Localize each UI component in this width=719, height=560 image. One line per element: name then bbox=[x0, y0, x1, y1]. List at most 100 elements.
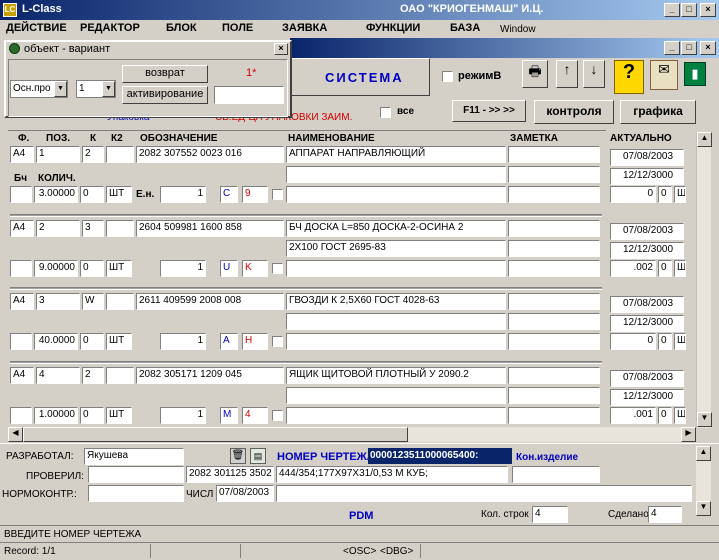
en-field[interactable]: 1 bbox=[160, 186, 206, 203]
unit-field[interactable]: ШТ bbox=[106, 186, 132, 203]
row-checkbox[interactable] bbox=[272, 263, 283, 274]
date-start-field[interactable]: 07/08/2003 bbox=[610, 223, 684, 240]
date-start-field[interactable]: 07/08/2003 bbox=[610, 296, 684, 313]
position-field[interactable]: 4 bbox=[36, 367, 80, 384]
actual-a1-field[interactable]: .002 bbox=[610, 260, 656, 277]
chevron-down-icon[interactable]: ▼ bbox=[54, 81, 67, 97]
actual-a1-field[interactable]: 0 bbox=[610, 333, 656, 350]
unit-field[interactable]: ШТ bbox=[106, 333, 132, 350]
date-end-field[interactable]: 12/12/3000 bbox=[610, 242, 684, 259]
k-field[interactable]: 3 bbox=[82, 220, 104, 237]
bch-field[interactable] bbox=[10, 333, 32, 350]
exit-door-icon[interactable]: ▮ bbox=[684, 62, 706, 86]
scroll-right-icon[interactable]: ▶ bbox=[681, 427, 696, 442]
q2-field[interactable]: 0 bbox=[80, 333, 104, 350]
en-field[interactable]: 1 bbox=[160, 407, 206, 424]
note-field[interactable] bbox=[508, 146, 600, 163]
note-field[interactable] bbox=[508, 293, 600, 310]
name-field-2[interactable] bbox=[286, 313, 506, 330]
b1-field[interactable]: U bbox=[220, 260, 238, 277]
position-field[interactable]: 2 bbox=[36, 220, 80, 237]
help-icon[interactable]: ? bbox=[614, 60, 644, 94]
actual-a3-field[interactable]: Ш bbox=[674, 333, 686, 350]
close-button[interactable]: × bbox=[700, 3, 716, 17]
rezhim-checkbox[interactable] bbox=[442, 71, 453, 82]
note-field-3[interactable] bbox=[508, 407, 600, 424]
note-field-3[interactable] bbox=[508, 186, 600, 203]
b2-field[interactable]: H bbox=[242, 333, 268, 350]
k2-field[interactable] bbox=[106, 293, 134, 310]
name-field-3[interactable] bbox=[286, 333, 506, 350]
bottom-scroll-down-icon[interactable]: ▼ bbox=[696, 501, 711, 516]
date-end-field[interactable]: 12/12/3000 bbox=[610, 168, 684, 185]
b2-field[interactable]: K bbox=[242, 260, 268, 277]
kontrol-button[interactable]: контроля bbox=[534, 100, 614, 124]
horizontal-scrollbar[interactable]: ◀ ▶ bbox=[8, 427, 696, 442]
quantity-field[interactable]: 40.0000 bbox=[34, 333, 78, 350]
grafika-button[interactable]: графика bbox=[620, 100, 696, 124]
variant-combo[interactable]: 1 ▼ bbox=[76, 80, 116, 98]
note-field[interactable] bbox=[508, 220, 600, 237]
bottom-scrollbar[interactable]: ▲ ▼ bbox=[696, 446, 711, 516]
bch-field[interactable] bbox=[10, 186, 32, 203]
name-field[interactable]: БЧ ДОСКА L=850 ДОСКА-2-ОСИНА 2 bbox=[286, 220, 506, 237]
bch-field[interactable] bbox=[10, 260, 32, 277]
format-field[interactable]: A4 bbox=[10, 293, 34, 310]
vertical-scrollbar[interactable]: ▲ ▼ bbox=[696, 132, 712, 428]
name-field-2[interactable]: 2Х100 ГОСТ 2695-83 bbox=[286, 240, 506, 257]
date-start-field[interactable]: 07/08/2003 bbox=[610, 370, 684, 387]
activate-button[interactable]: активирование bbox=[122, 86, 208, 104]
actual-a2-field[interactable]: 0 bbox=[658, 333, 672, 350]
document-icon[interactable]: ▤ bbox=[250, 448, 266, 464]
q2-field[interactable]: 0 bbox=[80, 260, 104, 277]
k2-field[interactable] bbox=[106, 146, 134, 163]
unit-field[interactable]: ШТ bbox=[106, 260, 132, 277]
comment-field[interactable] bbox=[276, 485, 692, 502]
position-field[interactable]: 3 bbox=[36, 293, 80, 310]
k2-field[interactable] bbox=[106, 367, 134, 384]
printer-icon[interactable]: 🖶 bbox=[522, 60, 548, 88]
en-field[interactable]: 1 bbox=[160, 260, 206, 277]
arrow-down-icon[interactable]: ↓ bbox=[583, 60, 605, 88]
menu-redaktor[interactable]: РЕДАКТОР bbox=[80, 22, 140, 34]
normo-field[interactable] bbox=[88, 485, 184, 502]
vse-checkbox[interactable] bbox=[380, 107, 391, 118]
b2-field[interactable]: 4 bbox=[242, 407, 268, 424]
name-field-2[interactable] bbox=[286, 387, 506, 404]
b2-field[interactable]: 9 bbox=[242, 186, 268, 203]
extra-field[interactable] bbox=[512, 466, 600, 483]
k2-field[interactable] bbox=[106, 220, 134, 237]
arrow-up-icon[interactable]: ↑ bbox=[556, 60, 578, 88]
chevron-down-icon-2[interactable]: ▼ bbox=[102, 81, 115, 97]
designation-field[interactable]: 2082 305171 1209 045 bbox=[136, 367, 284, 384]
k-field[interactable]: 2 bbox=[82, 367, 104, 384]
code2-field[interactable]: 444/354;177Х97Х31/0,53 М КУБ; bbox=[276, 466, 508, 483]
name-field[interactable]: ЯЩИК ЩИТОВОЙ ПЛОТНЫЙ У 2090.2 bbox=[286, 367, 506, 384]
child-minimize-button[interactable]: _ bbox=[664, 41, 680, 55]
b1-field[interactable]: M bbox=[220, 407, 238, 424]
b1-field[interactable]: A bbox=[220, 333, 238, 350]
designation-field[interactable]: 2082 307552 0023 016 bbox=[136, 146, 284, 163]
name-field-3[interactable] bbox=[286, 407, 506, 424]
note-field-2[interactable] bbox=[508, 166, 600, 183]
designation-field[interactable]: 2604 509981 1600 858 bbox=[136, 220, 284, 237]
note-field[interactable] bbox=[508, 367, 600, 384]
actual-a2-field[interactable]: 0 bbox=[658, 407, 672, 424]
nomer-field[interactable]: 0000123511000065400: bbox=[368, 448, 512, 464]
date-end-field[interactable]: 12/12/3000 bbox=[610, 315, 684, 332]
format-field[interactable]: A4 bbox=[10, 220, 34, 237]
bottom-scroll-up-icon[interactable]: ▲ bbox=[696, 446, 711, 461]
k-field[interactable]: 2 bbox=[82, 146, 104, 163]
menu-deistvie[interactable]: ДЕЙСТВИЕ bbox=[6, 22, 67, 34]
position-field[interactable]: 1 bbox=[36, 146, 80, 163]
chisl-field[interactable]: 07/08/2003 bbox=[216, 485, 274, 502]
osn-combo[interactable]: Осн.про ▼ bbox=[10, 80, 68, 98]
proveril-field[interactable] bbox=[88, 466, 184, 483]
menu-window[interactable]: Window bbox=[500, 24, 536, 35]
menu-baza[interactable]: БАЗА bbox=[450, 22, 480, 34]
scroll-left-icon[interactable]: ◀ bbox=[8, 427, 23, 442]
trash-icon[interactable]: 🗑 bbox=[230, 448, 246, 464]
child-close-button[interactable]: × bbox=[700, 41, 716, 55]
format-field[interactable]: A4 bbox=[10, 146, 34, 163]
menu-zayavka[interactable]: ЗАЯВКА bbox=[282, 22, 327, 34]
